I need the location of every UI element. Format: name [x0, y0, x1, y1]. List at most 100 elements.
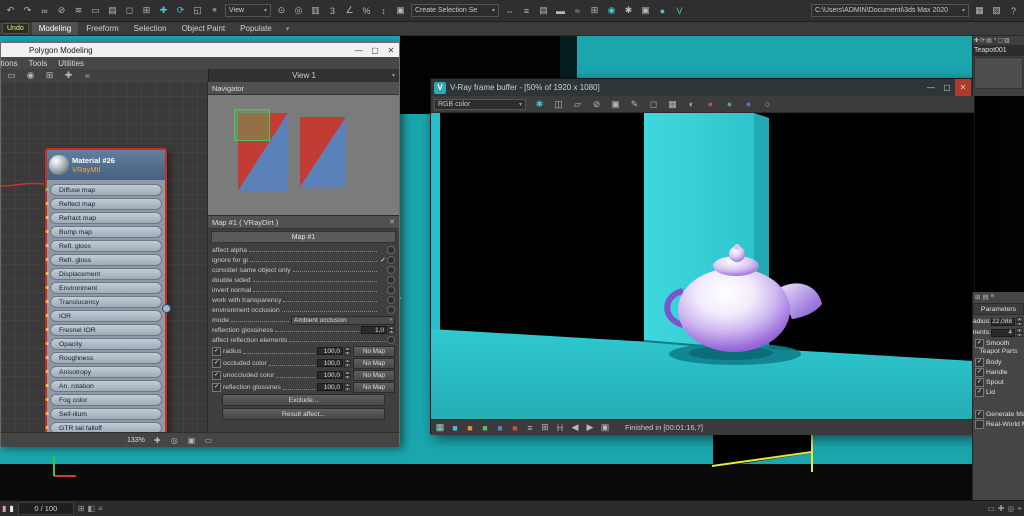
unlink-selection-icon[interactable]: ⊘ [54, 3, 69, 19]
material-editor-titlebar[interactable]: Polygon Modeling — ▢ ✕ [1, 43, 399, 57]
material-slot[interactable]: ● Reflect map [50, 198, 162, 210]
material-slot[interactable]: ● IOR [50, 310, 162, 322]
pin-stack-icon[interactable]: ⊞ [975, 293, 980, 301]
parameter-toggle[interactable] [387, 266, 395, 274]
ribbon-minimize-icon[interactable]: ▾ [286, 25, 290, 33]
parameter-toggle[interactable] [387, 296, 395, 304]
load-image-icon[interactable]: ▱ [570, 96, 585, 112]
part-checkbox[interactable]: ✓ [975, 368, 984, 377]
mirror-icon[interactable]: ⇔ [502, 3, 517, 19]
parameter-toggle[interactable] [387, 306, 395, 314]
material-editor-icon[interactable]: ◉ [604, 3, 619, 19]
curve-editor-icon[interactable]: ≈ [570, 3, 585, 19]
map-panel-titlebar[interactable]: Map #1 ( VRayDirt ) ✕ [208, 216, 399, 229]
parameter-toggle[interactable] [387, 336, 395, 344]
render-production-icon[interactable]: ● [655, 3, 670, 19]
value-spinner[interactable]: ▴▾ [344, 371, 351, 380]
slot-connector-dot[interactable]: ● [45, 327, 49, 334]
window-crossing-icon[interactable]: ⊞ [139, 3, 154, 19]
material-slot[interactable]: ● Anisotropy [50, 366, 162, 378]
zoom-extents-icon[interactable]: ▭ [201, 432, 216, 448]
vfb-swatch-icon[interactable]: ■ [449, 420, 461, 436]
zoom-view-icon[interactable]: ◎ [167, 432, 182, 448]
layer-manager-icon[interactable]: ▤ [536, 3, 551, 19]
slot-connector-dot[interactable]: ● [45, 313, 49, 320]
slot-connector-dot[interactable]: ● [45, 355, 49, 362]
material-slot[interactable]: ● Refl. gloss [50, 240, 162, 252]
vfb-curves-icon[interactable]: ■ [509, 420, 521, 436]
map-name-button[interactable]: Map #1 [211, 231, 396, 243]
schematic-view-icon[interactable]: ⊞ [587, 3, 602, 19]
material-slot[interactable]: ● Bump map [50, 226, 162, 238]
minimize-button[interactable]: — [923, 79, 939, 96]
material-slot[interactable]: ● Displacement [50, 268, 162, 280]
value-spinner[interactable]: ▴▾ [344, 347, 351, 356]
use-pivot-center-icon[interactable]: ⊙ [274, 3, 289, 19]
map-enable-checkbox[interactable]: ✓ [212, 371, 221, 380]
value-spinner[interactable]: ▴▾ [344, 383, 351, 392]
select-by-name-icon[interactable]: ▤ [105, 3, 120, 19]
value-spinner[interactable]: ▴▾ [1016, 328, 1023, 337]
render-setup-icon[interactable]: ✱ [621, 3, 636, 19]
map-slot-button[interactable]: No Map [353, 346, 395, 357]
vfb-exposure-icon[interactable]: ■ [464, 420, 476, 436]
result-affect-button[interactable]: Result affect... [222, 408, 385, 420]
map-slot-button[interactable]: No Map [353, 370, 395, 381]
create-selection-set-dropdown[interactable]: Create Selection Se ▾ [411, 4, 499, 17]
ribbon-tab[interactable]: Object Paint [175, 22, 233, 35]
named-selection-sets-icon[interactable]: ▣ [393, 3, 408, 19]
maxscript-listener-icon[interactable]: ▮ [2, 504, 6, 513]
part-checkbox[interactable]: ✓ [975, 358, 984, 367]
vfb-histogram-icon[interactable]: H [554, 420, 566, 436]
percent-snap-icon[interactable]: % [359, 3, 374, 19]
material-slot[interactable]: ● Diffuse map [50, 184, 162, 196]
vfb-icc-icon[interactable]: ⊞ [539, 420, 551, 436]
parameter-toggle[interactable] [387, 286, 395, 294]
occlusion-mode-dropdown[interactable]: Ambient occlusion ▾ [291, 316, 395, 325]
ribbon-toggle-icon[interactable]: ▬ [553, 3, 568, 19]
reference-coordinate-dropdown[interactable]: View ▾ [225, 4, 271, 17]
hierarchy-tab-icon[interactable]: ▤ [986, 37, 992, 44]
slot-connector-dot[interactable]: ● [45, 411, 49, 418]
node-graph-view[interactable]: Material #26 VRayMtl ● Diffuse map [1, 82, 208, 432]
ribbon-tab[interactable]: Freeform [79, 22, 125, 35]
navigator-view-region[interactable] [234, 109, 270, 141]
slot-connector-dot[interactable]: ● [45, 397, 49, 404]
modifier-stack-list[interactable] [974, 57, 1023, 89]
parameter-value-field[interactable]: 100,0 [317, 347, 343, 355]
material-slot[interactable]: ● Fog color [50, 394, 162, 406]
material-node-header[interactable]: Material #26 VRayMtl [47, 150, 165, 180]
material-slot[interactable]: ● Refract map [50, 212, 162, 224]
compare-images-icon[interactable]: ▦ [665, 96, 680, 112]
rendered-frame-icon[interactable]: ▣ [638, 3, 653, 19]
spinner-down-icon[interactable]: ▾ [344, 351, 351, 356]
spinner-down-icon[interactable]: ▾ [344, 363, 351, 368]
object-name-field[interactable]: Teapot001 [973, 45, 1024, 56]
close-button[interactable]: ✕ [955, 79, 971, 96]
parameter-value-field[interactable]: 100,0 [317, 359, 343, 367]
slot-connector-dot[interactable]: ● [45, 271, 49, 278]
slot-connector-dot[interactable]: ● [45, 201, 49, 208]
motion-tab-icon[interactable]: ◔ [993, 37, 997, 44]
grid-toggle-icon[interactable]: ▭ [987, 504, 995, 513]
select-object-icon[interactable]: ▭ [88, 3, 103, 19]
redo-icon[interactable]: ↷ [20, 3, 35, 19]
configure-modifier-sets-icon[interactable]: ≡ [991, 293, 995, 301]
green-channel-icon[interactable]: ● [722, 96, 737, 112]
vray-menu-icon[interactable]: ✱ [532, 96, 547, 112]
minimize-button[interactable]: — [351, 43, 367, 57]
annotate-icon[interactable]: ✎ [627, 96, 642, 112]
vfb-prev-image-icon[interactable]: ◀ [569, 420, 581, 436]
display-tab-icon[interactable]: ▢ [997, 37, 1003, 44]
slot-connector-dot[interactable]: ● [45, 369, 49, 376]
pan-viewport-icon[interactable]: ⌖ [1017, 504, 1022, 514]
ribbon-tab[interactable]: Modeling [32, 22, 78, 35]
select-link-icon[interactable]: ∞ [37, 3, 52, 19]
mapping-checkbox[interactable]: ✓ [975, 420, 984, 429]
vfb-titlebar[interactable]: V V-Ray frame buffer - [50% of 1920 x 10… [431, 79, 974, 96]
vfb-history-icon[interactable]: ▦ [434, 420, 446, 436]
material-slot[interactable]: ● Self-illum [50, 408, 162, 420]
navigator-titlebar[interactable]: Navigator [208, 82, 399, 95]
close-button[interactable]: ✕ [383, 43, 399, 57]
show-end-result-icon[interactable]: ▤ [982, 293, 988, 301]
